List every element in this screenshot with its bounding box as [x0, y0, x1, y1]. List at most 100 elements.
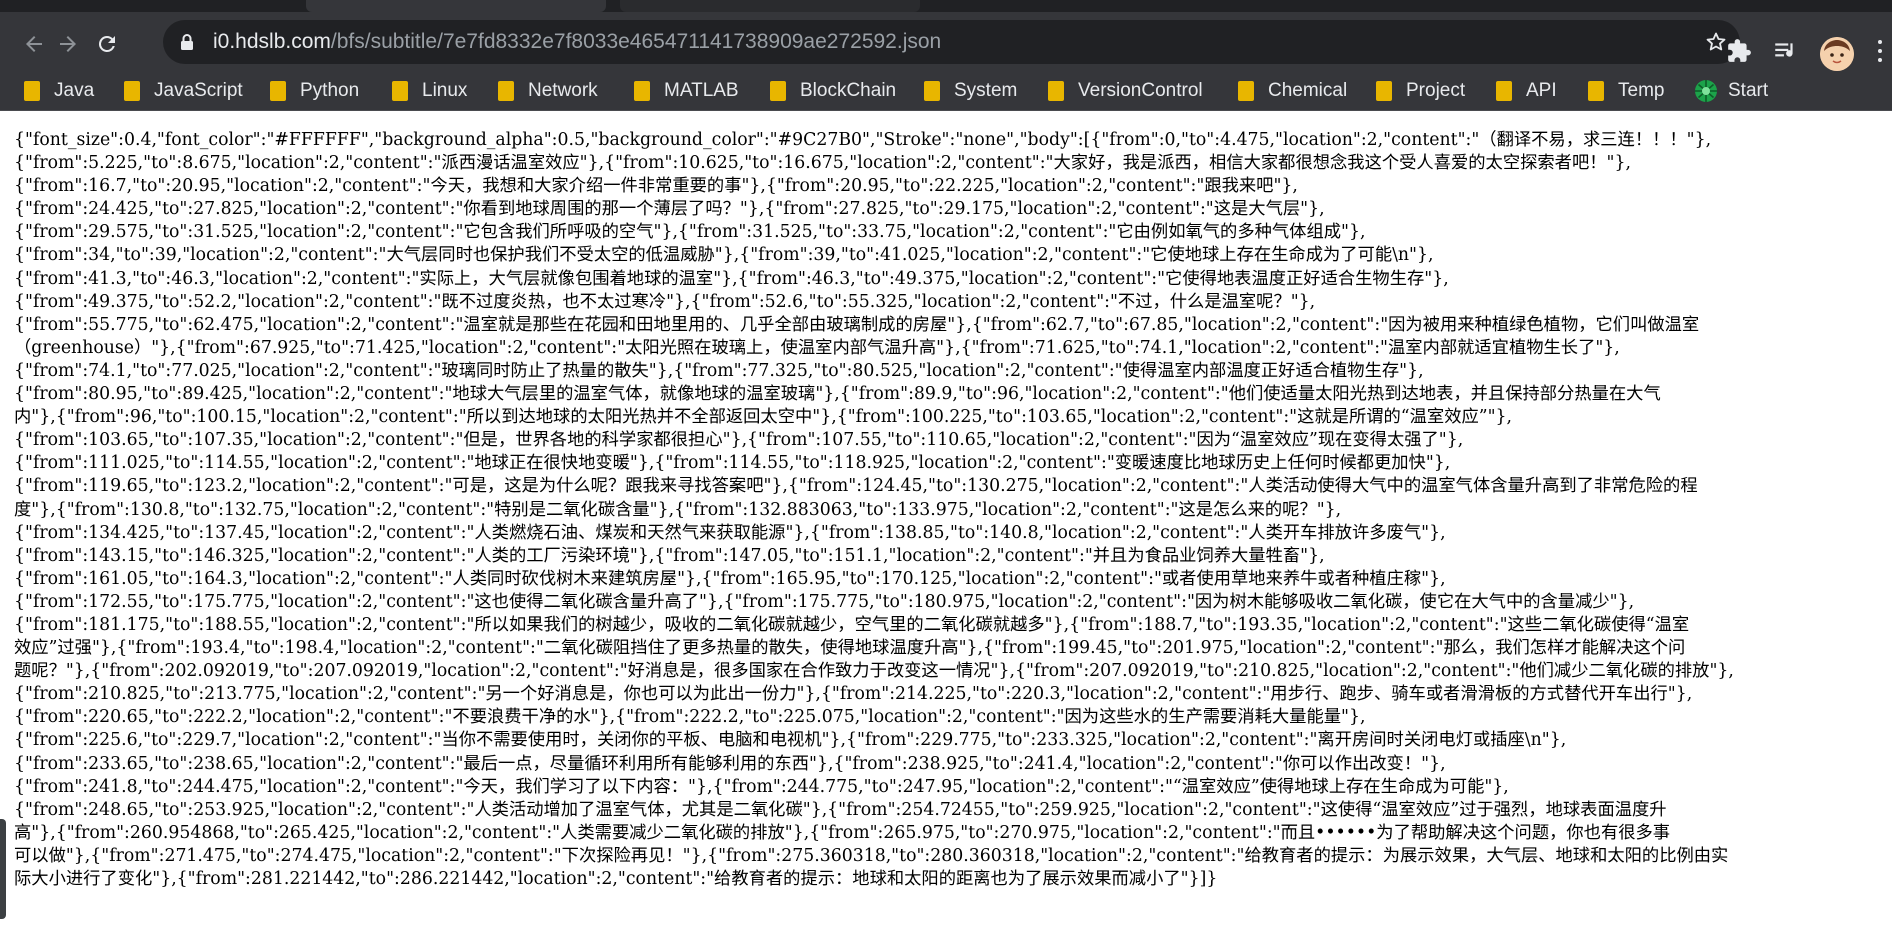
bookmark-label: API — [1526, 80, 1557, 101]
bookmark-folder-java[interactable]: Java — [24, 78, 94, 104]
json-line: {"from":134.425,"to":137.45,"location":2… — [14, 522, 1446, 543]
json-line: {"from":24.425,"to":27.825,"location":2,… — [14, 199, 1325, 220]
json-line: {"from":111.025,"to":114.55,"location":2… — [14, 453, 1451, 474]
avatar-face-icon — [1820, 37, 1854, 71]
reading-list-icon[interactable] — [1772, 38, 1798, 64]
json-line: {"from":143.15,"to":146.325,"location":2… — [14, 545, 1325, 566]
json-line: （greenhouse）"},{"from":67.925,"to":71.42… — [14, 337, 1620, 358]
json-line: {"from":225.6,"to":229.7,"location":2,"c… — [14, 730, 1567, 751]
json-text-body: {"font_size":0.4,"font_color":"#FFFFFF",… — [14, 129, 1892, 891]
bookmark-folder-temp[interactable]: Temp — [1588, 78, 1664, 104]
bookmark-folder-versioncontrol[interactable]: VersionControl — [1048, 78, 1203, 104]
browser-tab[interactable] — [620, 0, 920, 12]
json-line: {"from":241.8,"to":244.475,"location":2,… — [14, 776, 1509, 797]
json-line: 高"},{"from":260.954868,"to":265.425,"loc… — [14, 822, 1671, 843]
json-line: {"from":49.375,"to":52.2,"location":2,"c… — [14, 291, 1316, 312]
bookmark-label: Start — [1728, 80, 1769, 101]
json-line: {"from":172.55,"to":175.775,"location":2… — [14, 591, 1635, 612]
side-panel-handle[interactable] — [0, 819, 6, 919]
json-line: {"from":80.95,"to":89.425,"location":2,"… — [14, 384, 1661, 405]
bookmark-folder-project[interactable]: Project — [1376, 78, 1465, 104]
json-line: {"from":29.575,"to":31.525,"location":2,… — [14, 222, 1366, 243]
extensions-puzzle-icon[interactable] — [1726, 38, 1752, 64]
json-line: {"from":161.05,"to":164.3,"location":2,"… — [14, 568, 1446, 589]
json-line: 题呢？"},{"from":202.092019,"to":207.092019… — [14, 661, 1734, 682]
bookmark-label: BlockChain — [800, 80, 897, 101]
browser-tab-active[interactable] — [306, 0, 606, 12]
bookmark-label: Linux — [422, 80, 468, 101]
bookmark-start[interactable]: Start — [1694, 78, 1768, 104]
folder-icon — [770, 81, 786, 101]
json-line: {"from":41.3,"to":46.3,"location":2,"con… — [14, 268, 1449, 289]
bookmark-folder-chemical[interactable]: Chemical — [1238, 78, 1347, 104]
bookmarks-bar: Java JavaScript Python Linux Network MAT… — [0, 72, 1892, 111]
bookmark-label: Temp — [1618, 80, 1665, 101]
bookmark-label: JavaScript — [154, 80, 243, 101]
back-arrow-icon — [26, 36, 42, 52]
json-line: {"font_size":0.4,"font_color":"#FFFFFF",… — [14, 130, 1712, 150]
bookmark-folder-api[interactable]: API — [1496, 78, 1557, 104]
page-content: {"font_size":0.4,"font_color":"#FFFFFF",… — [0, 111, 1892, 935]
folder-icon — [1048, 81, 1064, 101]
folder-icon — [1588, 81, 1604, 101]
folder-icon — [1238, 81, 1254, 101]
folder-icon — [498, 81, 514, 101]
bookmark-label: System — [954, 80, 1018, 101]
json-line: {"from":16.7,"to":20.95,"location":2,"co… — [14, 176, 1298, 197]
folder-icon — [124, 81, 140, 101]
bookmark-label: VersionControl — [1078, 80, 1203, 101]
json-line: {"from":233.65,"to":238.65,"location":2,… — [14, 753, 1446, 774]
lock-icon[interactable] — [177, 32, 197, 52]
bookmark-label: Python — [300, 80, 360, 101]
bookmark-label: Network — [528, 80, 598, 101]
bookmark-star-icon[interactable] — [1704, 30, 1728, 54]
more-menu-icon[interactable] — [1878, 38, 1884, 64]
folder-icon — [1496, 81, 1512, 101]
bookmark-label: MATLAB — [664, 80, 739, 101]
tab-strip — [0, 0, 1892, 12]
json-line: {"from":119.65,"to":123.2,"location":2,"… — [14, 476, 1698, 497]
back-button[interactable] — [18, 28, 50, 60]
json-line: {"from":181.175,"to":188.55,"location":2… — [14, 614, 1690, 635]
json-line: {"from":103.65,"to":107.35,"location":2,… — [14, 430, 1464, 451]
start-globe-icon — [1695, 80, 1717, 102]
json-line: {"from":248.65,"to":253.925,"location":2… — [14, 799, 1667, 820]
json-line: {"from":74.1,"to":77.025,"location":2,"c… — [14, 360, 1424, 381]
profile-avatar[interactable] — [1820, 37, 1854, 71]
json-line: {"from":5.225,"to":8.675,"location":2,"c… — [14, 153, 1631, 174]
json-line: {"from":220.65,"to":222.2,"location":2,"… — [14, 707, 1366, 728]
json-line: 度"},{"from":130.8,"to":132.75,"location"… — [14, 499, 1342, 520]
reload-icon — [98, 35, 115, 52]
folder-icon — [392, 81, 408, 101]
json-line: 际大小进行了变化"},{"from":281.221442,"to":286.2… — [14, 869, 1218, 889]
reload-button[interactable] — [91, 28, 123, 60]
bookmark-folder-blockchain[interactable]: BlockChain — [770, 78, 896, 104]
bookmark-folder-linux[interactable]: Linux — [392, 78, 467, 104]
bookmark-folder-javascript[interactable]: JavaScript — [124, 78, 243, 104]
url-host: i0.hdslb.com — [213, 30, 331, 53]
bookmark-folder-system[interactable]: System — [924, 78, 1017, 104]
bookmark-folder-python[interactable]: Python — [270, 78, 359, 104]
folder-icon — [270, 81, 286, 101]
json-line: 内"},{"from":96,"to":100.15,"location":2,… — [14, 407, 1513, 428]
json-line: {"from":210.825,"to":213.775,"location":… — [14, 684, 1693, 705]
forward-arrow-icon — [60, 36, 76, 52]
folder-icon — [924, 81, 940, 101]
bookmark-label: Project — [1406, 80, 1466, 101]
json-line: 效应”过强"},{"from":193.4,"to":198.4,"locati… — [14, 638, 1686, 659]
folder-icon — [1376, 81, 1392, 101]
bookmark-label: Java — [54, 80, 95, 101]
address-bar[interactable]: i0.hdslb.com/bfs/subtitle/7e7fd8332e7f80… — [163, 20, 1740, 64]
json-line: {"from":55.775,"to":62.475,"location":2,… — [14, 314, 1700, 335]
url-text[interactable]: i0.hdslb.com/bfs/subtitle/7e7fd8332e7f80… — [213, 30, 941, 54]
browser-toolbar: i0.hdslb.com/bfs/subtitle/7e7fd8332e7f80… — [0, 12, 1892, 72]
bookmark-folder-network[interactable]: Network — [498, 78, 598, 104]
url-path: /bfs/subtitle/7e7fd8332e7f8033e465471141… — [330, 30, 942, 53]
bookmark-folder-matlab[interactable]: MATLAB — [634, 78, 739, 104]
json-line: 可以做"},{"from":271.475,"to":274.475,"loca… — [14, 845, 1729, 866]
folder-icon — [24, 81, 40, 101]
folder-icon — [634, 81, 650, 101]
json-line: {"from":34,"to":39,"location":2,"content… — [14, 245, 1434, 266]
forward-button[interactable] — [52, 28, 84, 60]
bookmark-label: Chemical — [1268, 80, 1348, 101]
